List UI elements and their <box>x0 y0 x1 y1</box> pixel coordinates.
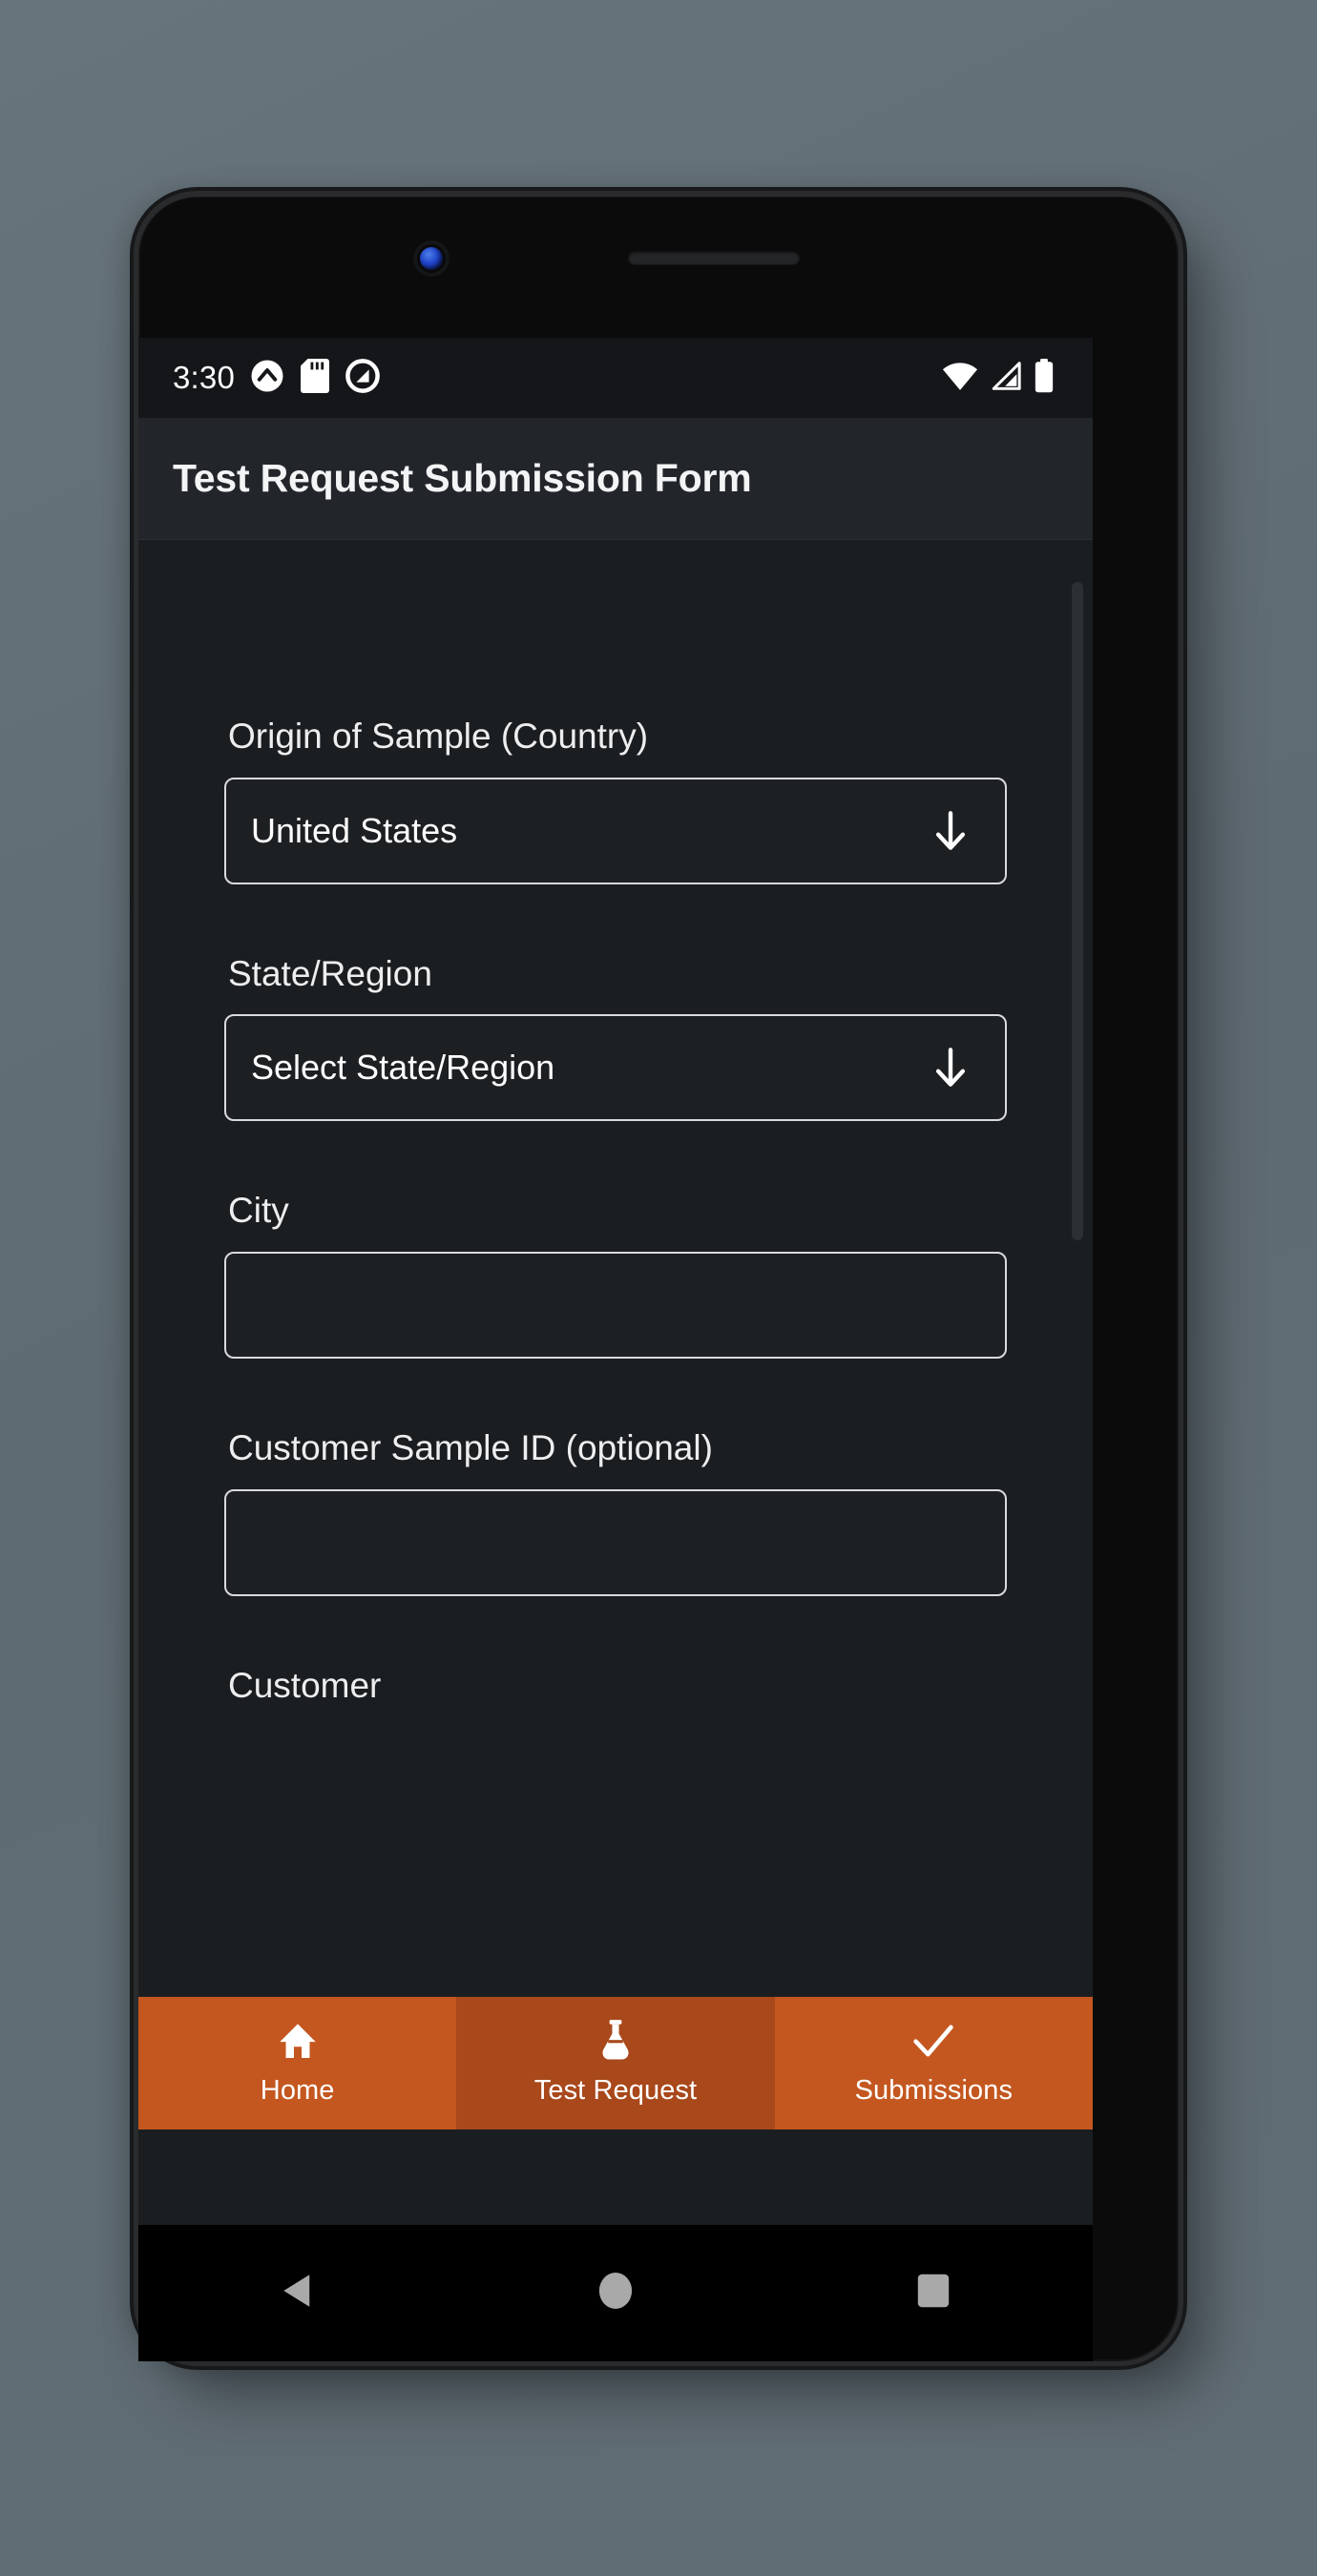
form-content: Origin of Sample (Country) United States <box>138 540 1093 1997</box>
android-back-button[interactable] <box>138 2271 456 2316</box>
field-customer: Customer <box>224 1665 1007 1706</box>
wifi-icon <box>942 361 978 396</box>
cellular-signal-icon <box>990 361 1022 396</box>
dropdown-origin-of-sample[interactable]: United States <box>224 777 1007 884</box>
back-triangle-icon <box>279 2271 317 2316</box>
bottom-navigation-bar: Home Test Request Submissions <box>138 1997 1093 2129</box>
android-home-button[interactable] <box>456 2271 774 2316</box>
field-label-customer: Customer <box>228 1665 382 1705</box>
phone-screen: 3:30 Test Request Submission Form Origin… <box>138 338 1093 2225</box>
field-origin-of-sample: Origin of Sample (Country) United States <box>224 717 1007 884</box>
check-icon <box>911 2020 955 2062</box>
field-city: City <box>224 1191 1007 1360</box>
page-title: Test Request Submission Form <box>173 456 752 500</box>
status-bar: 3:30 <box>138 338 1093 418</box>
field-label-origin-of-sample: Origin of Sample (Country) <box>228 717 649 756</box>
earpiece-speaker-icon <box>628 250 800 264</box>
nav-label-home: Home <box>260 2075 335 2106</box>
nav-item-submissions[interactable]: Submissions <box>775 1997 1093 2129</box>
text-input-customer-sample-id[interactable] <box>224 1488 1007 1596</box>
dropdown-state-region[interactable]: Select State/Region <box>224 1014 1007 1122</box>
screenshot-stage: 3:30 Test Request Submission Form Origin… <box>0 0 1317 2576</box>
front-camera-icon <box>413 240 449 277</box>
phone-device: 3:30 Test Request Submission Form Origin… <box>138 196 1179 2361</box>
text-input-city[interactable] <box>224 1252 1007 1360</box>
status-bar-right <box>942 358 1055 398</box>
arrow-down-icon[interactable] <box>932 810 980 852</box>
arrow-down-icon[interactable] <box>932 1047 980 1089</box>
nav-item-home[interactable]: Home <box>138 1997 456 2129</box>
flask-icon <box>595 2020 637 2062</box>
dropdown-value-state-region: Select State/Region <box>251 1048 555 1088</box>
field-label-city: City <box>228 1191 289 1231</box>
field-label-customer-sample-id: Customer Sample ID (optional) <box>228 1428 713 1468</box>
status-bar-left: 3:30 <box>173 358 380 398</box>
android-recents-button[interactable] <box>775 2271 1093 2316</box>
sd-card-icon <box>300 358 330 398</box>
dropdown-value-origin-of-sample: United States <box>251 810 458 850</box>
chevron-up-circle-icon <box>250 359 284 398</box>
field-state-region: State/Region Select State/Region <box>224 953 1007 1122</box>
do-not-disturb-icon <box>345 358 380 398</box>
recents-square-icon <box>916 2271 951 2316</box>
scrollbar-thumb[interactable] <box>1072 582 1083 1240</box>
nav-item-test-request[interactable]: Test Request <box>456 1997 775 2129</box>
field-customer-sample-id: Customer Sample ID (optional) <box>224 1428 1007 1596</box>
home-icon <box>277 2020 319 2062</box>
battery-full-icon <box>1034 358 1055 398</box>
android-system-nav <box>138 2225 1093 2361</box>
home-circle-icon <box>597 2271 634 2316</box>
field-label-state-region: State/Region <box>228 953 432 993</box>
status-bar-clock: 3:30 <box>173 360 236 395</box>
nav-label-test-request: Test Request <box>533 2075 698 2106</box>
app-bar: Test Request Submission Form <box>138 418 1093 540</box>
nav-label-submissions: Submissions <box>854 2075 1014 2106</box>
